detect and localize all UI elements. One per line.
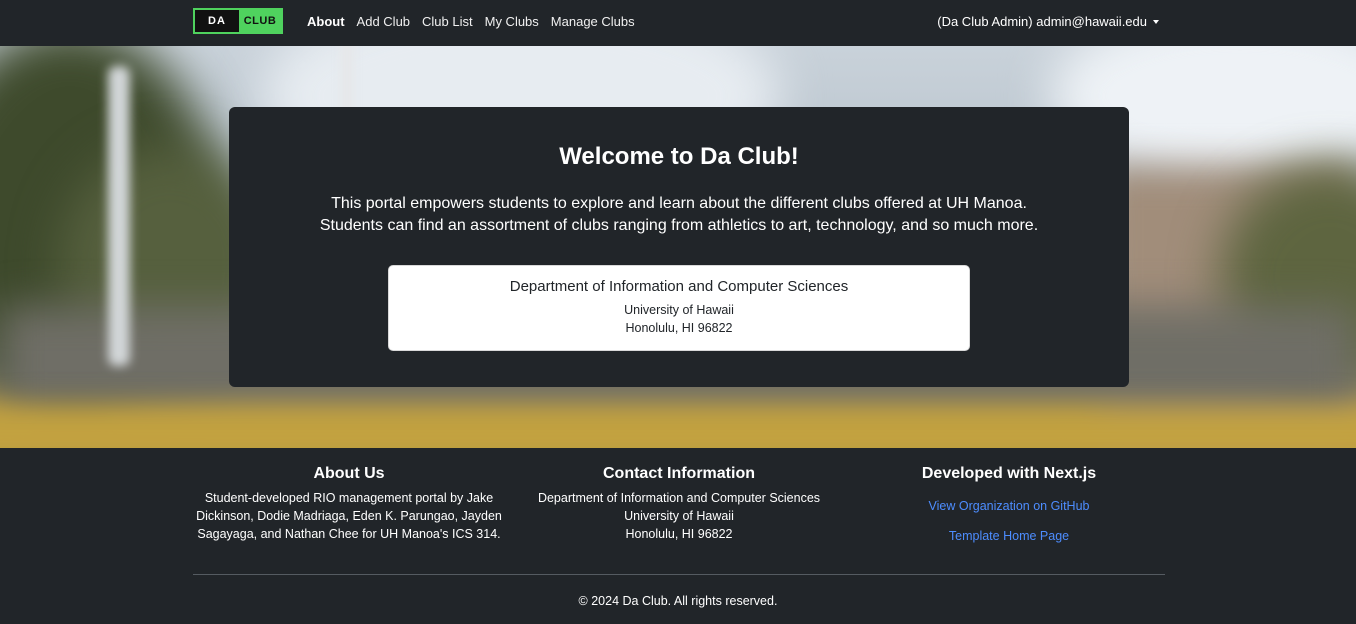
- hero-section: Welcome to Da Club! This portal empowers…: [0, 46, 1356, 448]
- footer-developed-section: Developed with Next.js View Organization…: [853, 465, 1165, 545]
- nav-link-about[interactable]: About: [307, 14, 345, 29]
- nav-link-my-clubs[interactable]: My Clubs: [485, 14, 539, 29]
- user-dropdown[interactable]: (Da Club Admin) admin@hawaii.edu: [937, 0, 1159, 42]
- footer: About Us Student-developed RIO managemen…: [0, 448, 1356, 624]
- brand-logo-left-text: DA: [195, 10, 239, 32]
- navbar: DA CLUB About Add Club Club List My Club…: [0, 0, 1356, 46]
- welcome-card: Welcome to Da Club! This portal empowers…: [229, 107, 1129, 387]
- template-home-link[interactable]: Template Home Page: [853, 527, 1165, 545]
- university-name: University of Hawaii: [624, 303, 734, 317]
- footer-developed-heading: Developed with Next.js: [921, 465, 1097, 482]
- nav-links: About Add Club Club List My Clubs Manage…: [307, 0, 635, 42]
- department-name: Department of Information and Computer S…: [509, 278, 849, 295]
- welcome-description-line-2: Students can find an assortment of clubs…: [319, 217, 1039, 234]
- footer-contact-university: University of Hawaii: [624, 509, 734, 523]
- background-photo-pole: [108, 66, 130, 366]
- footer-contact-heading: Contact Information: [603, 465, 755, 482]
- welcome-title: Welcome to Da Club!: [559, 143, 799, 170]
- footer-about-text: Student-developed RIO management portal …: [196, 491, 502, 541]
- github-organization-link[interactable]: View Organization on GitHub: [853, 497, 1165, 515]
- nav-link-manage-clubs[interactable]: Manage Clubs: [551, 14, 635, 29]
- footer-contact-department: Department of Information and Computer S…: [537, 491, 821, 505]
- footer-about-section: About Us Student-developed RIO managemen…: [193, 465, 505, 543]
- background-photo-flowers: [0, 406, 1356, 448]
- footer-contact-section: Contact Information Department of Inform…: [523, 465, 835, 543]
- welcome-description: This portal empowers students to explore…: [229, 193, 1129, 237]
- footer-contact-address: Honolulu, HI 96822: [625, 527, 733, 541]
- footer-about-heading: About Us: [313, 465, 385, 482]
- brand-logo-right-text: CLUB: [243, 15, 277, 27]
- university-address: Honolulu, HI 96822: [625, 321, 733, 335]
- caret-down-icon: [1153, 19, 1159, 24]
- department-info-box: Department of Information and Computer S…: [388, 265, 970, 351]
- nav-link-club-list[interactable]: Club List: [422, 14, 473, 29]
- nav-link-add-club[interactable]: Add Club: [357, 14, 410, 29]
- user-dropdown-label: (Da Club Admin) admin@hawaii.edu: [937, 13, 1147, 29]
- copyright-text: © 2024 Da Club. All rights reserved.: [578, 594, 778, 608]
- brand-logo[interactable]: DA CLUB: [193, 8, 283, 34]
- footer-divider: [193, 574, 1165, 575]
- welcome-description-line-1: This portal empowers students to explore…: [331, 195, 1027, 212]
